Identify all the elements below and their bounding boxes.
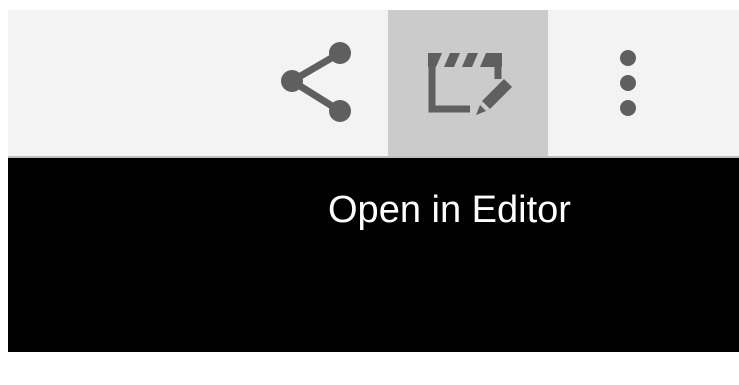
content-area bbox=[8, 352, 739, 385]
clapperboard-edit-icon bbox=[420, 43, 516, 123]
video-toolbar bbox=[8, 10, 739, 156]
share-button[interactable] bbox=[253, 10, 383, 156]
more-vertical-icon bbox=[616, 48, 640, 118]
tooltip-text: Open in Editor bbox=[328, 189, 571, 231]
more-options-button[interactable] bbox=[568, 10, 688, 156]
page: Open in Editor bbox=[0, 0, 739, 385]
share-icon bbox=[278, 41, 358, 125]
open-in-editor-button[interactable] bbox=[388, 10, 548, 156]
tooltip: Open in Editor bbox=[8, 158, 739, 352]
